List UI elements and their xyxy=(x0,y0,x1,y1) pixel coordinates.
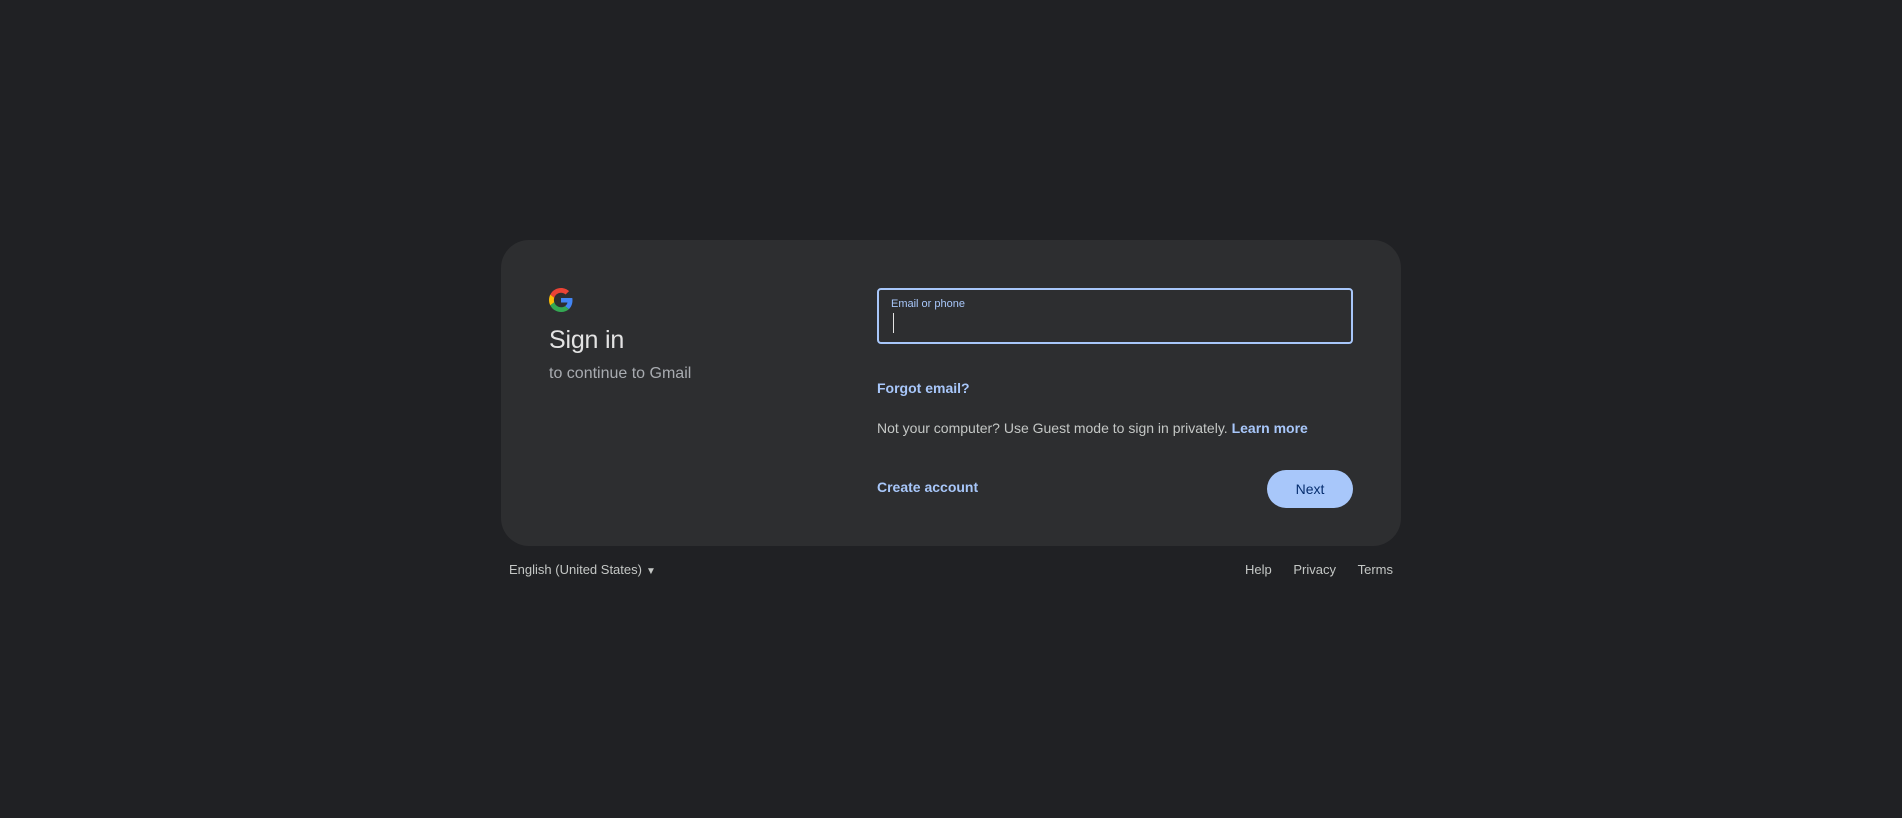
forgot-email-link[interactable]: Forgot email? xyxy=(877,380,970,396)
card-header: Sign in to continue to Gmail xyxy=(549,288,829,383)
email-field[interactable]: Email or phone xyxy=(877,288,1353,344)
terms-link[interactable]: Terms xyxy=(1358,562,1393,577)
guest-mode-text: Not your computer? Use Guest mode to sig… xyxy=(877,420,1228,436)
sign-in-form: Email or phone Forgot email? Not your co… xyxy=(877,288,1353,436)
chevron-down-icon: ▼ xyxy=(645,566,656,577)
text-caret xyxy=(893,313,894,333)
form-actions: Create account Next xyxy=(877,468,1353,508)
sign-in-card: Sign in to continue to Gmail Email or ph… xyxy=(501,240,1401,546)
google-g-icon xyxy=(549,288,573,312)
privacy-link[interactable]: Privacy xyxy=(1293,562,1336,577)
email-input[interactable] xyxy=(891,312,1341,336)
language-label: English (United States) xyxy=(509,562,642,577)
next-button[interactable]: Next xyxy=(1267,470,1353,508)
learn-more-link[interactable]: Learn more xyxy=(1232,420,1308,436)
language-selector[interactable]: English (United States) ▼ xyxy=(509,562,656,577)
footer-links: Help Privacy Terms xyxy=(1227,562,1393,577)
email-field-label: Email or phone xyxy=(891,298,965,310)
page-subtitle: to continue to Gmail xyxy=(549,365,692,382)
page-title: Sign in xyxy=(549,326,625,354)
guest-mode-notice: Not your computer? Use Guest mode to sig… xyxy=(877,420,1308,436)
help-link[interactable]: Help xyxy=(1245,562,1272,577)
create-account-button[interactable]: Create account xyxy=(877,479,978,495)
